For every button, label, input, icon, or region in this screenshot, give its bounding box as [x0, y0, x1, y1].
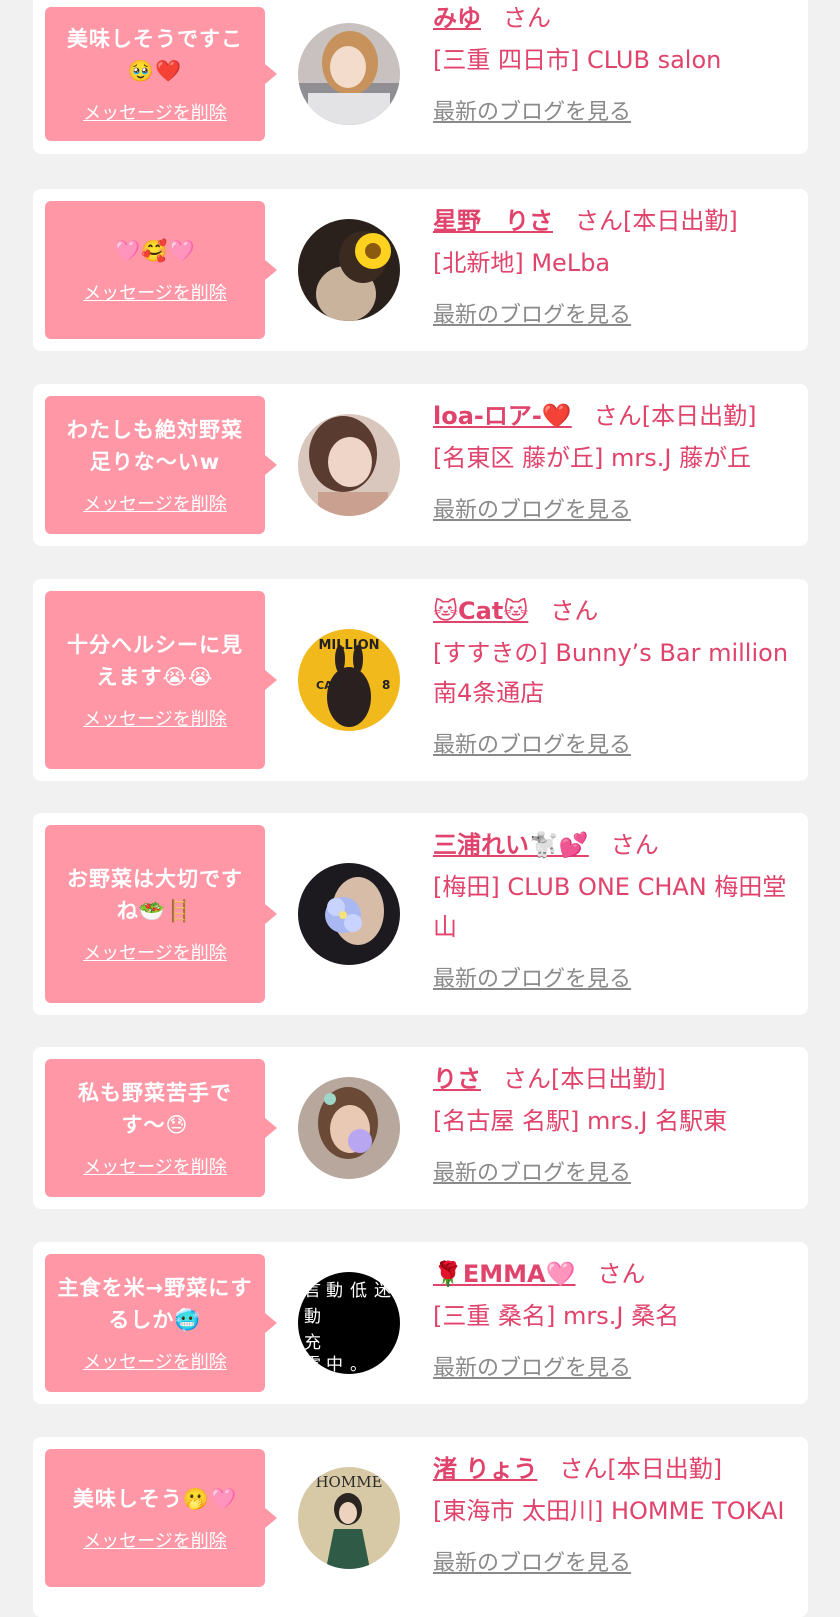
message-text: 🩷🥰🩷 [114, 239, 196, 263]
honorific: さん [575, 207, 623, 235]
message-text: 十分ヘルシーに見えます😭😭 [67, 633, 243, 689]
on-duty-label: [本日出勤] [607, 1455, 723, 1483]
cast-name-link[interactable]: 🐱Cat🐱 [433, 597, 528, 625]
latest-blog-link[interactable]: 最新のブログを見る [433, 961, 631, 993]
message-bubble: 主食を米→野菜にするしか🥶 メッセージを削除 [45, 1254, 277, 1392]
list-item: お野菜は大切ですね🥗🪜 メッセージを削除 三浦れい🐩💕 さん [梅田] CLUB … [33, 813, 808, 1015]
profile-info: 星野 りさ さん[本日出勤] [北新地] MeLba 最新のブログを見る [433, 203, 803, 329]
shop-name: [名東区 藤が丘] mrs.J 藤が丘 [433, 444, 752, 472]
avatar-text-homme: HOMME [315, 1473, 382, 1491]
list-item: 🩷🥰🩷 メッセージを削除 星野 りさ さん[本日出勤] [北新地] MeLba 最… [33, 189, 808, 351]
profile-info: loa-ロア-❤️ さん[本日出勤] [名東区 藤が丘] mrs.J 藤が丘 最新… [433, 398, 803, 524]
honorific: さん [559, 1455, 608, 1483]
latest-blog-link[interactable]: 最新のブログを見る [433, 94, 631, 126]
list-item: 主食を米→野菜にするしか🥶 メッセージを削除 言動低迷 動 充 電中。 🌹EMM… [33, 1242, 808, 1404]
svg-text:中: 中 [326, 1355, 343, 1374]
list-item: わたしも絶対野菜足りな〜いw メッセージを削除 loa-ロア-❤️ さん[本日出勤… [33, 384, 808, 546]
shop-name: [梅田] CLUB ONE CHAN 梅田堂山 [433, 873, 787, 941]
delete-message-link[interactable]: メッセージを削除 [83, 939, 227, 965]
message-bubble: 美味しそう🫢🩷 メッセージを削除 [45, 1449, 277, 1587]
latest-blog-link[interactable]: 最新のブログを見る [433, 297, 631, 329]
profile-info: 渚 りょう さん[本日出勤] [東海市 太田川] HOMME TOKAI 最新のブ… [433, 1451, 803, 1577]
cast-name-link[interactable]: 🌹EMMA🩷 [433, 1260, 576, 1288]
honorific: さん [503, 1065, 551, 1093]
delete-message-link[interactable]: メッセージを削除 [83, 1153, 227, 1179]
message-text: わたしも絶対野菜足りな〜いw [67, 418, 243, 474]
delete-message-link[interactable]: メッセージを削除 [83, 490, 227, 516]
avatar[interactable]: 言動低迷 動 充 電中。 [298, 1272, 400, 1374]
message-bubble: 🩷🥰🩷 メッセージを削除 [45, 201, 277, 339]
avatar[interactable] [298, 219, 400, 321]
cast-name-link[interactable]: loa-ロア-❤️ [433, 402, 572, 430]
message-text: お野菜は大切ですね🥗🪜 [67, 867, 243, 923]
delete-message-link[interactable]: メッセージを削除 [83, 99, 227, 125]
svg-text:。: 。 [350, 1355, 367, 1374]
cast-name-link[interactable]: みゆ [433, 4, 481, 32]
avatar[interactable] [298, 414, 400, 516]
honorific: さん [593, 402, 642, 430]
message-bubble: お野菜は大切ですね🥗🪜 メッセージを削除 [45, 825, 277, 1003]
shop-name: [三重 四日市] CLUB salon [433, 46, 722, 74]
delete-message-link[interactable]: メッセージを削除 [83, 1348, 227, 1374]
message-bubble: わたしも絶対野菜足りな〜いw メッセージを削除 [45, 396, 277, 534]
shop-name: [すすきの] Bunny’s Bar million 南4条通店 [433, 639, 789, 707]
avatar[interactable] [298, 1077, 400, 1179]
svg-text:電: 電 [304, 1355, 321, 1374]
svg-text:動: 動 [304, 1307, 321, 1327]
on-duty-label: [本日出勤] [623, 207, 738, 235]
avatar[interactable]: HOMME [298, 1467, 400, 1569]
profile-info: 🐱Cat🐱 さん [すすきの] Bunny’s Bar million 南4条通店… [433, 593, 803, 759]
shop-name: [北新地] MeLba [433, 249, 611, 277]
list-item: 美味しそう🫢🩷 メッセージを削除 HOMME 渚 りょう さん[本日出勤] [東海… [33, 1437, 808, 1617]
list-item: 十分ヘルシーに見えます😭😭 メッセージを削除 MILLION CAT 8 🐱Ca… [33, 579, 808, 781]
svg-text:迷: 迷 [374, 1281, 391, 1301]
message-text: 美味しそうですこ🥹❤️ [67, 27, 243, 83]
cast-name-link[interactable]: 渚 りょう [433, 1455, 537, 1483]
profile-info: みゆ さん [三重 四日市] CLUB salon 最新のブログを見る [433, 0, 803, 126]
profile-info: りさ さん[本日出勤] [名古屋 名駅] mrs.J 名駅東 最新のブログを見る [433, 1061, 803, 1187]
shop-name: [名古屋 名駅] mrs.J 名駅東 [433, 1107, 728, 1135]
profile-info: 🌹EMMA🩷 さん [三重 桑名] mrs.J 桑名 最新のブログを見る [433, 1256, 803, 1382]
latest-blog-link[interactable]: 最新のブログを見る [433, 727, 631, 759]
svg-text:低: 低 [350, 1281, 367, 1301]
avatar-text-num: 8 [382, 678, 390, 692]
honorific: さん [597, 1260, 646, 1288]
shop-name: [三重 桑名] mrs.J 桑名 [433, 1302, 680, 1330]
honorific: さん [610, 831, 659, 859]
profile-info: 三浦れい🐩💕 さん [梅田] CLUB ONE CHAN 梅田堂山 最新のブログを… [433, 827, 803, 993]
cast-name-link[interactable]: 星野 りさ [433, 207, 553, 235]
latest-blog-link[interactable]: 最新のブログを見る [433, 492, 631, 524]
avatar[interactable]: MILLION CAT 8 [298, 629, 400, 731]
on-duty-label: [本日出勤] [551, 1065, 666, 1093]
delete-message-link[interactable]: メッセージを削除 [83, 1527, 227, 1553]
latest-blog-link[interactable]: 最新のブログを見る [433, 1155, 631, 1187]
on-duty-label: [本日出勤] [641, 402, 757, 430]
list-item: 美味しそうですこ🥹❤️ メッセージを削除 みゆ さん [三重 四日市] CLUB … [33, 0, 808, 154]
honorific: さん [503, 4, 551, 32]
delete-message-link[interactable]: メッセージを削除 [83, 705, 227, 731]
latest-blog-link[interactable]: 最新のブログを見る [433, 1350, 631, 1382]
svg-text:充: 充 [304, 1333, 321, 1353]
message-text: 私も野菜苦手です〜😓 [78, 1081, 232, 1137]
svg-text:動: 動 [326, 1281, 343, 1301]
message-bubble: 十分ヘルシーに見えます😭😭 メッセージを削除 [45, 591, 277, 769]
honorific: さん [550, 597, 599, 625]
shop-name: [東海市 太田川] HOMME TOKAI [433, 1497, 785, 1525]
cast-name-link[interactable]: りさ [433, 1065, 481, 1093]
delete-message-link[interactable]: メッセージを削除 [83, 279, 227, 305]
svg-text:言: 言 [304, 1281, 321, 1301]
message-bubble: 美味しそうですこ🥹❤️ メッセージを削除 [45, 7, 277, 141]
avatar[interactable] [298, 23, 400, 125]
avatar[interactable] [298, 863, 400, 965]
message-bubble: 私も野菜苦手です〜😓 メッセージを削除 [45, 1059, 277, 1197]
avatar-text-million: MILLION [318, 638, 379, 653]
latest-blog-link[interactable]: 最新のブログを見る [433, 1545, 631, 1577]
avatar-text-cat: CAT [316, 679, 340, 692]
message-text: 美味しそう🫢🩷 [72, 1487, 238, 1511]
list-item: 私も野菜苦手です〜😓 メッセージを削除 りさ さん[本日出勤] [名古屋 名駅] … [33, 1047, 808, 1209]
cast-name-link[interactable]: 三浦れい🐩💕 [433, 831, 589, 859]
message-text: 主食を米→野菜にするしか🥶 [57, 1276, 253, 1332]
